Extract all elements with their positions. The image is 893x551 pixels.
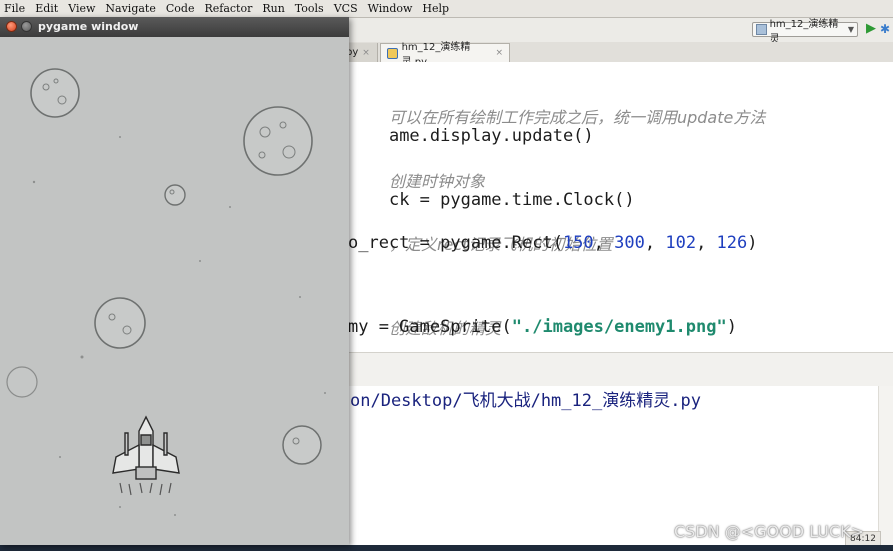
number-literal: 300 [614, 233, 645, 253]
window-title: pygame window [38, 20, 139, 33]
code-text: ) [726, 317, 737, 337]
chevron-down-icon: ▼ [847, 25, 854, 34]
menu-edit[interactable]: Edit [35, 2, 58, 15]
game-canvas[interactable] [0, 37, 349, 545]
python-file-icon [387, 47, 398, 59]
asteroid-small [164, 184, 186, 206]
menu-refactor[interactable]: Refactor [204, 2, 252, 15]
code-text: my = GameSprite( [348, 317, 512, 337]
code-text: ame.display.update() [388, 126, 594, 146]
menu-bar: File Edit View Navigate Code Refactor Ru… [0, 0, 893, 18]
number-literal: 150 [562, 233, 594, 253]
code-text: ck = pygame.time.Clock() [388, 190, 635, 210]
menu-help[interactable]: Help [422, 2, 449, 15]
close-icon[interactable] [6, 21, 17, 32]
code-text: ) [747, 233, 758, 253]
asteroid-large-top-right [243, 106, 313, 176]
asteroid-large-top-left [30, 68, 80, 118]
watermark: CSDN @<GOOD LUCK> [674, 522, 864, 541]
menu-run[interactable]: Run [262, 2, 284, 15]
hero-plane-sprite [112, 415, 180, 496]
run-configuration-label: hm_12_演练精灵 [769, 18, 839, 45]
menu-vcs[interactable]: VCS [334, 2, 358, 15]
console-scrollbar[interactable] [878, 386, 893, 546]
asteroid-faint-left [6, 366, 38, 398]
menu-view[interactable]: View [68, 2, 95, 15]
code-line: my = GameSprite("./images/enemy1.png") [348, 317, 737, 337]
python-config-icon [756, 24, 767, 35]
tab-hm12-sprite[interactable]: hm_12_演练精灵.py × [380, 42, 510, 68]
code-editor[interactable]: 可以在所有绘制工作完成之后，统一调用update方法 ame.display.u… [340, 62, 893, 352]
minimize-icon[interactable] [21, 21, 32, 32]
close-icon[interactable]: × [362, 48, 370, 58]
game-scene [6, 68, 326, 516]
menu-window[interactable]: Window [368, 2, 413, 15]
close-icon[interactable]: × [495, 48, 503, 58]
asteroid-medium-middle [94, 297, 146, 349]
menu-navigate[interactable]: Navigate [105, 2, 155, 15]
pygame-window[interactable]: pygame window [0, 17, 349, 545]
pygame-titlebar[interactable]: pygame window [0, 17, 349, 37]
panel-divider[interactable] [340, 352, 893, 388]
code-text: o_rect = pygame.Rect( [348, 233, 563, 253]
bug-icon[interactable]: ✱ [880, 22, 892, 36]
run-configuration-select[interactable]: hm_12_演练精灵 ▼ [752, 19, 858, 45]
menu-code[interactable]: Code [166, 2, 195, 15]
code-line: o_rect = pygame.Rect(150, 300, 102, 126) [348, 233, 758, 253]
string-literal: "./images/enemy1.png" [511, 317, 727, 337]
asteroid-right [282, 425, 322, 465]
number-literal: 102 [665, 233, 697, 253]
menu-tools[interactable]: Tools [295, 2, 324, 15]
taskbar [0, 545, 893, 551]
console-path-line: on/Desktop/飞机大战/hm_12_演练精灵.py [350, 391, 701, 411]
play-icon[interactable]: ▶ [866, 22, 878, 36]
number-literal: 126 [716, 233, 748, 253]
menu-file[interactable]: File [4, 2, 25, 15]
